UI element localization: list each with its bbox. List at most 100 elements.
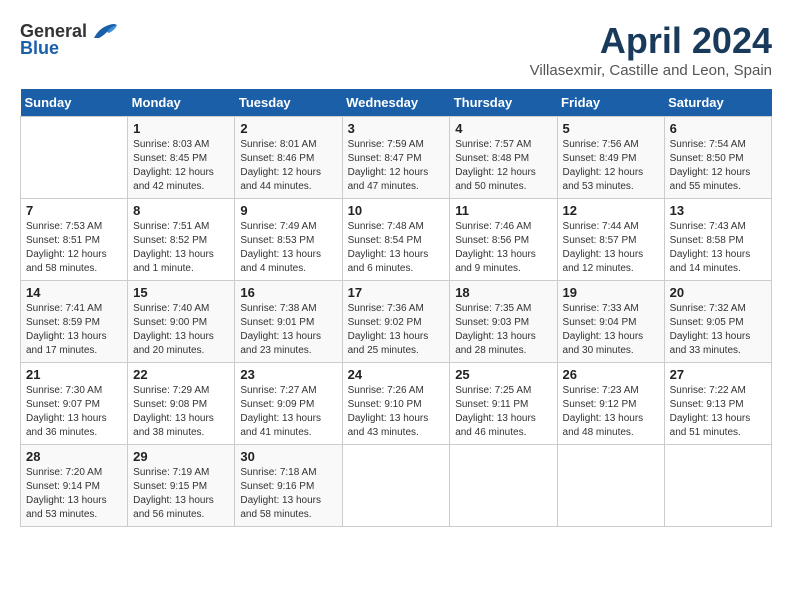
- day-info: Sunrise: 7:27 AM Sunset: 9:09 PM Dayligh…: [240, 384, 336, 440]
- day-info: Sunrise: 7:41 AM Sunset: 8:59 PM Dayligh…: [26, 302, 122, 358]
- calendar-cell: 23Sunrise: 7:27 AM Sunset: 9:09 PM Dayli…: [235, 363, 342, 445]
- calendar-cell: 24 Sunrise: 7:26 AM Sunset: 9:10 PM Dayli…: [342, 363, 450, 445]
- calendar-cell: 9 Sunrise: 7:49 AM Sunset: 8:53 PM Daylig…: [235, 199, 342, 281]
- header: General Blue April 2024 Villasexmir, Cas…: [20, 20, 772, 79]
- calendar-cell: 12 Sunrise: 7:44 AM Sunset: 8:57 PM Dayli…: [557, 199, 664, 281]
- logo-blue-text: Blue: [20, 38, 59, 59]
- calendar-cell: 8 Sunrise: 7:51 AM Sunset: 8:52 PM Daylig…: [128, 199, 235, 281]
- calendar-cell: 27 Sunrise: 7:22 AM Sunset: 9:13 PM Dayli…: [664, 363, 771, 445]
- header-monday: Monday: [128, 89, 235, 117]
- day-info: Sunrise: 7:40 AM Sunset: 9:00 PM Dayligh…: [133, 302, 229, 358]
- week-row-1: 1 Sunrise: 8:03 AM Sunset: 8:45 PM Daylig…: [21, 117, 772, 199]
- calendar-cell: 19 Sunrise: 7:33 AM Sunset: 9:04 PM Dayli…: [557, 281, 664, 363]
- day-number: 25: [455, 367, 551, 382]
- day-info: Sunrise: 7:56 AM Sunset: 8:49 PM Dayligh…: [563, 138, 659, 194]
- day-info: Sunrise: 7:36 AM Sunset: 9:02 PM Dayligh…: [348, 302, 445, 358]
- week-row-4: 21 Sunrise: 7:30 AM Sunset: 9:07 PM Dayli…: [21, 363, 772, 445]
- header-saturday: Saturday: [664, 89, 771, 117]
- day-number: 26: [563, 367, 659, 382]
- day-info: Sunrise: 7:22 AM Sunset: 9:13 PM Dayligh…: [670, 384, 766, 440]
- calendar-cell: 2 Sunrise: 8:01 AM Sunset: 8:46 PM Daylig…: [235, 117, 342, 199]
- day-number: 12: [563, 203, 659, 218]
- day-info: Sunrise: 8:03 AM Sunset: 8:45 PM Dayligh…: [133, 138, 229, 194]
- day-number: 4: [455, 121, 551, 136]
- calendar-cell: [664, 445, 771, 527]
- day-number: 5: [563, 121, 659, 136]
- day-number: 1: [133, 121, 229, 136]
- day-info: Sunrise: 7:30 AM Sunset: 9:07 PM Dayligh…: [26, 384, 122, 440]
- header-wednesday: Wednesday: [342, 89, 450, 117]
- day-number: 21: [26, 367, 122, 382]
- subtitle: Villasexmir, Castille and Leon, Spain: [530, 62, 772, 79]
- calendar-cell: [342, 445, 450, 527]
- calendar-cell: 18 Sunrise: 7:35 AM Sunset: 9:03 PM Dayli…: [450, 281, 557, 363]
- day-info: Sunrise: 8:01 AM Sunset: 8:46 PM Dayligh…: [240, 138, 336, 194]
- main-title: April 2024: [530, 20, 772, 62]
- day-number: 9: [240, 203, 336, 218]
- calendar-cell: 30 Sunrise: 7:18 AM Sunset: 9:16 PM Dayli…: [235, 445, 342, 527]
- day-number: 8: [133, 203, 229, 218]
- day-info: Sunrise: 7:54 AM Sunset: 8:50 PM Dayligh…: [670, 138, 766, 194]
- day-info: Sunrise: 7:53 AM Sunset: 8:51 PM Dayligh…: [26, 220, 122, 276]
- day-info: Sunrise: 7:23 AM Sunset: 9:12 PM Dayligh…: [563, 384, 659, 440]
- day-number: 16: [240, 285, 336, 300]
- week-row-3: 14 Sunrise: 7:41 AM Sunset: 8:59 PM Dayli…: [21, 281, 772, 363]
- day-number: 13: [670, 203, 766, 218]
- day-info: Sunrise: 7:44 AM Sunset: 8:57 PM Dayligh…: [563, 220, 659, 276]
- day-info: Sunrise: 7:32 AM Sunset: 9:05 PM Dayligh…: [670, 302, 766, 358]
- day-info: Sunrise: 7:48 AM Sunset: 8:54 PM Dayligh…: [348, 220, 445, 276]
- logo: General Blue: [20, 20, 119, 59]
- calendar-cell: [21, 117, 128, 199]
- logo-bird-icon: [89, 20, 119, 42]
- day-number: 29: [133, 449, 229, 464]
- calendar-cell: [557, 445, 664, 527]
- day-number: 24: [348, 367, 445, 382]
- day-info: Sunrise: 7:19 AM Sunset: 9:15 PM Dayligh…: [133, 466, 229, 522]
- calendar-cell: 15 Sunrise: 7:40 AM Sunset: 9:00 PM Dayli…: [128, 281, 235, 363]
- day-info: Sunrise: 7:35 AM Sunset: 9:03 PM Dayligh…: [455, 302, 551, 358]
- day-info: Sunrise: 7:33 AM Sunset: 9:04 PM Dayligh…: [563, 302, 659, 358]
- calendar-cell: [450, 445, 557, 527]
- header-tuesday: Tuesday: [235, 89, 342, 117]
- day-number: 19: [563, 285, 659, 300]
- calendar-cell: 6 Sunrise: 7:54 AM Sunset: 8:50 PM Daylig…: [664, 117, 771, 199]
- calendar-cell: 29 Sunrise: 7:19 AM Sunset: 9:15 PM Dayli…: [128, 445, 235, 527]
- title-section: April 2024 Villasexmir, Castille and Leo…: [530, 20, 772, 79]
- day-info: Sunrise: 7:57 AM Sunset: 8:48 PM Dayligh…: [455, 138, 551, 194]
- day-number: 30: [240, 449, 336, 464]
- day-info: Sunrise: 7:29 AM Sunset: 9:08 PM Dayligh…: [133, 384, 229, 440]
- calendar-cell: 4 Sunrise: 7:57 AM Sunset: 8:48 PM Daylig…: [450, 117, 557, 199]
- day-number: 2: [240, 121, 336, 136]
- day-number: 11: [455, 203, 551, 218]
- calendar-cell: 3Sunrise: 7:59 AM Sunset: 8:47 PM Daylig…: [342, 117, 450, 199]
- day-info: Sunrise: 7:38 AM Sunset: 9:01 PM Dayligh…: [240, 302, 336, 358]
- header-sunday: Sunday: [21, 89, 128, 117]
- day-info: Sunrise: 7:25 AM Sunset: 9:11 PM Dayligh…: [455, 384, 551, 440]
- day-number: 14: [26, 285, 122, 300]
- week-row-2: 7 Sunrise: 7:53 AM Sunset: 8:51 PM Daylig…: [21, 199, 772, 281]
- days-header-row: SundayMondayTuesdayWednesdayThursdayFrid…: [21, 89, 772, 117]
- day-number: 17: [348, 285, 445, 300]
- day-number: 18: [455, 285, 551, 300]
- calendar-cell: 10Sunrise: 7:48 AM Sunset: 8:54 PM Dayli…: [342, 199, 450, 281]
- calendar-cell: 11 Sunrise: 7:46 AM Sunset: 8:56 PM Dayli…: [450, 199, 557, 281]
- header-thursday: Thursday: [450, 89, 557, 117]
- day-info: Sunrise: 7:46 AM Sunset: 8:56 PM Dayligh…: [455, 220, 551, 276]
- day-info: Sunrise: 7:51 AM Sunset: 8:52 PM Dayligh…: [133, 220, 229, 276]
- day-number: 22: [133, 367, 229, 382]
- day-info: Sunrise: 7:26 AM Sunset: 9:10 PM Dayligh…: [348, 384, 445, 440]
- calendar-cell: 26 Sunrise: 7:23 AM Sunset: 9:12 PM Dayli…: [557, 363, 664, 445]
- day-number: 3: [348, 121, 445, 136]
- day-number: 15: [133, 285, 229, 300]
- day-info: Sunrise: 7:18 AM Sunset: 9:16 PM Dayligh…: [240, 466, 336, 522]
- day-number: 6: [670, 121, 766, 136]
- day-number: 7: [26, 203, 122, 218]
- day-number: 27: [670, 367, 766, 382]
- day-info: Sunrise: 7:49 AM Sunset: 8:53 PM Dayligh…: [240, 220, 336, 276]
- calendar-cell: 16 Sunrise: 7:38 AM Sunset: 9:01 PM Dayli…: [235, 281, 342, 363]
- calendar-cell: 21 Sunrise: 7:30 AM Sunset: 9:07 PM Dayli…: [21, 363, 128, 445]
- calendar-cell: 13Sunrise: 7:43 AM Sunset: 8:58 PM Dayli…: [664, 199, 771, 281]
- day-number: 28: [26, 449, 122, 464]
- day-info: Sunrise: 7:20 AM Sunset: 9:14 PM Dayligh…: [26, 466, 122, 522]
- calendar-cell: 1 Sunrise: 8:03 AM Sunset: 8:45 PM Daylig…: [128, 117, 235, 199]
